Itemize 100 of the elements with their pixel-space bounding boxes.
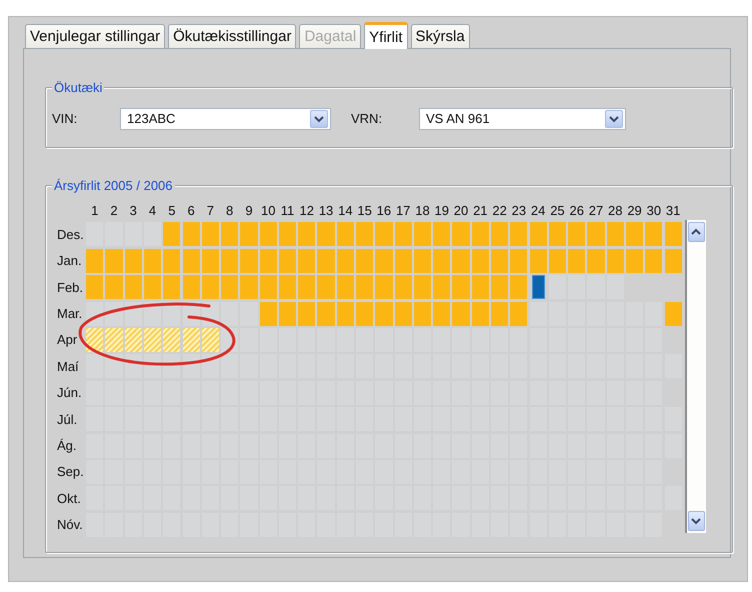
day-cell[interactable] (394, 275, 412, 300)
day-cell[interactable] (105, 328, 123, 352)
day-cell[interactable] (530, 248, 547, 273)
day-cell[interactable] (491, 302, 508, 326)
day-cell[interactable] (163, 222, 180, 246)
day-cell[interactable] (336, 222, 354, 246)
day-cell[interactable] (278, 275, 296, 300)
day-cell[interactable] (317, 275, 335, 300)
day-cell[interactable] (298, 328, 316, 352)
day-cell[interactable] (144, 222, 162, 246)
day-cell[interactable] (163, 248, 180, 273)
day-cell[interactable] (568, 248, 586, 273)
day-cell[interactable] (278, 328, 296, 352)
tab[interactable]: Yfirlit (364, 22, 408, 49)
day-cell[interactable] (664, 222, 682, 246)
day-cell[interactable] (163, 275, 180, 300)
day-cell[interactable] (510, 328, 528, 352)
day-cell[interactable] (260, 275, 277, 300)
day-cell[interactable] (452, 302, 470, 326)
day-cell[interactable] (472, 248, 489, 273)
day-cell[interactable] (163, 328, 180, 352)
day-cell[interactable] (86, 275, 104, 300)
day-cell[interactable] (182, 275, 200, 300)
day-cell[interactable] (356, 275, 374, 300)
day-cell[interactable] (433, 275, 450, 300)
day-cell[interactable] (336, 248, 354, 273)
tab[interactable]: Skýrsla (410, 24, 470, 48)
day-cell[interactable] (606, 222, 624, 246)
day-cell[interactable] (472, 302, 489, 326)
scroll-down-button[interactable] (688, 511, 705, 531)
day-cell[interactable] (510, 302, 528, 326)
day-cell[interactable] (298, 302, 316, 326)
day-cell[interactable] (317, 328, 335, 352)
day-cell[interactable] (587, 248, 605, 273)
day-cell[interactable] (452, 248, 470, 273)
day-cell[interactable] (317, 248, 335, 273)
day-cell[interactable] (472, 222, 489, 246)
day-cell[interactable] (626, 222, 644, 246)
day-cell[interactable] (510, 222, 528, 246)
day-cell[interactable] (260, 328, 277, 352)
day-cell[interactable] (240, 275, 258, 300)
day-cell[interactable] (472, 328, 489, 352)
day-cell[interactable] (645, 248, 662, 273)
day-cell[interactable] (626, 248, 644, 273)
day-cell[interactable] (260, 302, 277, 326)
day-cell[interactable] (394, 302, 412, 326)
day-cell[interactable] (491, 275, 508, 300)
day-cell[interactable] (375, 302, 392, 326)
day-cell[interactable] (645, 222, 662, 246)
dropdown-field[interactable]: 123ABC (120, 108, 331, 130)
day-cell[interactable] (317, 302, 335, 326)
day-cell[interactable] (510, 248, 528, 273)
day-cell[interactable] (240, 248, 258, 273)
day-cell[interactable] (144, 328, 162, 352)
day-cell[interactable] (433, 248, 450, 273)
day-cell[interactable] (491, 248, 508, 273)
day-cell[interactable] (278, 222, 296, 246)
day-cell[interactable] (124, 328, 142, 352)
day-cell[interactable] (124, 248, 142, 273)
tab[interactable]: Venjulegar stillingar (25, 24, 166, 48)
day-cell[interactable] (260, 222, 277, 246)
day-cell[interactable] (433, 222, 450, 246)
day-cell[interactable] (452, 222, 470, 246)
day-cell[interactable] (394, 328, 412, 352)
day-cell[interactable] (182, 248, 200, 273)
day-cell[interactable] (664, 248, 682, 273)
day-cell[interactable] (491, 222, 508, 246)
day-cell[interactable] (356, 248, 374, 273)
scroll-up-button[interactable] (688, 222, 705, 242)
day-cell[interactable] (240, 222, 258, 246)
day-cell[interactable] (105, 275, 123, 300)
day-cell[interactable] (414, 275, 432, 300)
day-cell[interactable] (375, 275, 392, 300)
day-cell[interactable] (491, 328, 508, 352)
day-cell[interactable] (221, 302, 238, 326)
day-cell[interactable] (394, 222, 412, 246)
day-cell[interactable] (452, 275, 470, 300)
day-cell[interactable] (278, 302, 296, 326)
day-cell[interactable] (202, 222, 219, 246)
day-cell[interactable] (202, 248, 219, 273)
day-cell[interactable] (414, 302, 432, 326)
day-cell[interactable] (317, 222, 335, 246)
day-cell[interactable] (664, 302, 682, 326)
day-cell[interactable] (221, 248, 238, 273)
day-cell[interactable] (298, 248, 316, 273)
day-cell[interactable] (414, 222, 432, 246)
day-cell[interactable] (86, 354, 104, 378)
day-cell[interactable] (375, 222, 392, 246)
day-cell[interactable] (548, 248, 566, 273)
day-cell[interactable] (260, 248, 277, 273)
day-cell[interactable] (414, 328, 432, 352)
day-cell[interactable] (606, 248, 624, 273)
day-cell[interactable] (221, 354, 238, 378)
day-cell[interactable] (298, 222, 316, 246)
day-cell[interactable] (433, 302, 450, 326)
dropdown-field[interactable]: VS AN 961 (419, 108, 626, 130)
day-cell[interactable] (375, 328, 392, 352)
day-cell[interactable] (414, 248, 432, 273)
day-cell[interactable] (202, 328, 219, 352)
day-cell[interactable] (144, 275, 162, 300)
